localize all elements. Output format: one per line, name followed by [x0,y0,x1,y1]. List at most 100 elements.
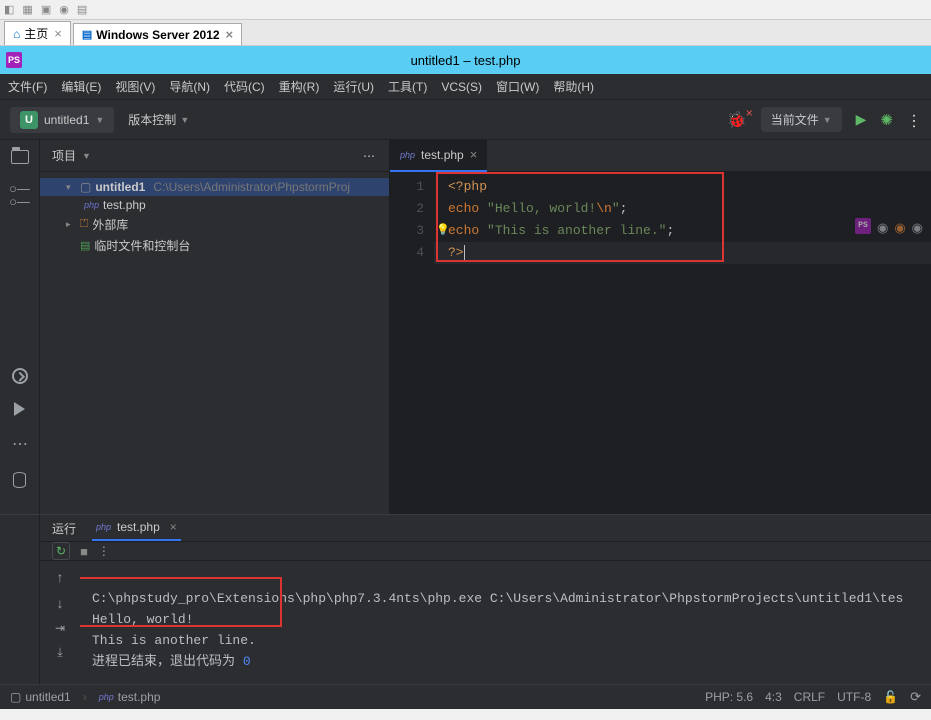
line-number: 1 [390,176,424,198]
project-panel: 项目 ▼ ⋯ ▾ ▢ untitled1 C:\Users\Administra… [40,140,390,514]
debug-icon[interactable]: ✺ [880,111,893,129]
rerun-icon[interactable]: ↻ [52,542,70,560]
folder-icon: ▢ [80,180,91,194]
menu-help[interactable]: 帮助(H) [553,78,594,95]
tree-scratch-label: 临时文件和控制台 [94,237,190,254]
left-tool-rail: ○—○— ⋯ [0,140,40,514]
editor-tab-label: test.php [421,148,464,162]
run-panel-title: 运行 [52,520,76,537]
scratch-icon: ▤ [80,239,90,252]
editor-tabbar: php test.php × [390,140,931,172]
editor-body[interactable]: 1 2 3 4 💡 <?php echo "Hello, world!\n"; … [390,172,931,514]
windows-icon: ▤ [82,28,92,41]
editor-side-icons: PS ◉ ◉ ◉ [855,218,923,240]
menu-edit[interactable]: 编辑(E) [61,78,101,95]
run-panel-header: 运行 php test.php × [40,515,931,542]
editor-tab-test-php[interactable]: php test.php × [390,140,487,172]
menu-run[interactable]: 运行(U) [333,78,374,95]
browser-other-icon[interactable]: ◉ [912,218,923,240]
chevron-down-icon: ▾ [66,182,76,193]
services-tool-icon[interactable] [8,365,31,388]
output-exit-code[interactable]: 0 [243,654,251,669]
structure-tool-icon[interactable]: ○—○— [9,182,30,208]
run-left-spacer-rail [0,515,40,684]
tree-scratches[interactable]: ▤ 临时文件和控制台 [40,235,389,256]
chevron-down-icon: ▼ [180,115,189,125]
chevron-down-icon[interactable]: ▼ [82,151,91,161]
menu-file[interactable]: 文件(F) [8,78,47,95]
up-arrow-icon[interactable]: ↑ [57,569,64,585]
outer-tab-label: 主页 [24,25,48,42]
vcs-button[interactable]: 版本控制 ▼ [128,111,189,128]
project-name-label: untitled1 [44,113,89,127]
menu-window[interactable]: 窗口(W) [496,78,539,95]
scroll-to-end-icon[interactable]: ⤓ [57,645,62,660]
ide-toolbar: U untitled1 ▼ 版本控制 ▼ 🐞 当前文件 ▼ ▶ ✺ ⋯ [0,100,931,140]
close-icon[interactable]: × [226,27,234,42]
chevron-down-icon: ▼ [95,115,104,125]
close-icon[interactable]: × [54,26,62,41]
window-titlebar: PS untitled1 – test.php [0,46,931,74]
outer-tab-windows-server[interactable]: ▤ Windows Server 2012 × [73,23,242,45]
project-tool-icon[interactable] [11,150,29,164]
tree-libs-label: 外部库 [92,216,128,233]
php-file-icon: php [84,200,99,210]
tree-root-label: untitled1 [95,180,145,194]
breadcrumb-project[interactable]: ▢ untitled1 [10,690,71,704]
code-content[interactable]: 💡 <?php echo "Hello, world!\n"; echo "Th… [434,172,931,514]
line-gutter: 1 2 3 4 [390,172,434,514]
run-config-selector[interactable]: 当前文件 ▼ [761,107,842,132]
stop-icon[interactable]: ■ [80,544,88,559]
run-tool-icon[interactable] [14,402,25,416]
annotation-box-output [80,577,282,627]
main-area: ○—○— ⋯ 项目 ▼ ⋯ ▾ ▢ untitled1 C:\Users\Adm… [0,140,931,514]
run-tab-label: test.php [117,520,160,534]
tree-root-path: C:\Users\Administrator\PhpstormProj [153,180,350,194]
menu-vcs[interactable]: VCS(S) [441,80,482,94]
tree-root-folder[interactable]: ▾ ▢ untitled1 C:\Users\Administrator\Php… [40,178,389,196]
project-tree: ▾ ▢ untitled1 C:\Users\Administrator\Php… [40,172,389,262]
line-number: 3 [390,220,424,242]
outer-tab-home[interactable]: ⌂ 主页 × [4,21,71,45]
more-vertical-icon[interactable]: ⋯ [904,113,924,127]
tree-file-test-php[interactable]: php test.php [40,196,389,214]
menu-refactor[interactable]: 重构(R) [279,78,320,95]
outer-tab-label: Windows Server 2012 [96,28,219,42]
run-config-label: 当前文件 [771,111,819,128]
menu-code[interactable]: 代码(C) [224,78,265,95]
tree-external-libs[interactable]: ▸ ⏍ 外部库 [40,214,389,235]
down-arrow-icon[interactable]: ↓ [57,595,64,611]
more-horizontal-icon[interactable]: ⋯ [363,149,377,163]
close-icon[interactable]: × [470,147,478,162]
project-selector-button[interactable]: U untitled1 ▼ [10,107,114,133]
annotation-box-code [436,172,724,262]
line-number: 2 [390,198,424,220]
menu-view[interactable]: 视图(V) [115,78,155,95]
line-number: 4 [390,242,424,264]
project-panel-title: 项目 [52,147,76,164]
menu-tools[interactable]: 工具(T) [388,78,427,95]
project-panel-header: 项目 ▼ ⋯ [40,140,389,172]
database-tool-icon[interactable] [13,472,26,488]
more-tools-icon[interactable]: ⋯ [12,434,27,454]
browser-chrome-icon[interactable]: ◉ [877,218,888,240]
more-vertical-icon[interactable]: ⋮ [98,544,110,558]
run-play-icon[interactable]: ▶ [856,111,867,128]
run-output[interactable]: C:\phpstudy_pro\Extensions\php\php7.3.4n… [80,561,931,720]
home-icon: ⌂ [13,27,20,41]
intention-bulb-icon[interactable]: 💡 [436,220,450,242]
menubar: 文件(F) 编辑(E) 视图(V) 导航(N) 代码(C) 重构(R) 运行(U… [0,74,931,100]
phpstorm-icon[interactable]: PS [855,218,871,234]
run-tab-test-php[interactable]: php test.php × [92,515,181,541]
close-icon[interactable]: × [170,520,177,534]
php-file-icon: php [400,150,415,160]
browser-firefox-icon[interactable]: ◉ [894,218,905,240]
outer-quick-toolbar: ◧▦▣◉▤ [0,0,931,20]
library-icon: ⏍ [80,218,88,231]
soft-wrap-icon[interactable]: ⇥ [55,621,65,635]
php-file-icon: php [96,522,111,532]
chevron-down-icon: ▼ [823,115,832,125]
menu-navigate[interactable]: 导航(N) [169,78,210,95]
output-exit-prefix: 进程已结束，退出代码为 [92,654,243,669]
bug-disabled-icon[interactable]: 🐞 [727,110,747,130]
